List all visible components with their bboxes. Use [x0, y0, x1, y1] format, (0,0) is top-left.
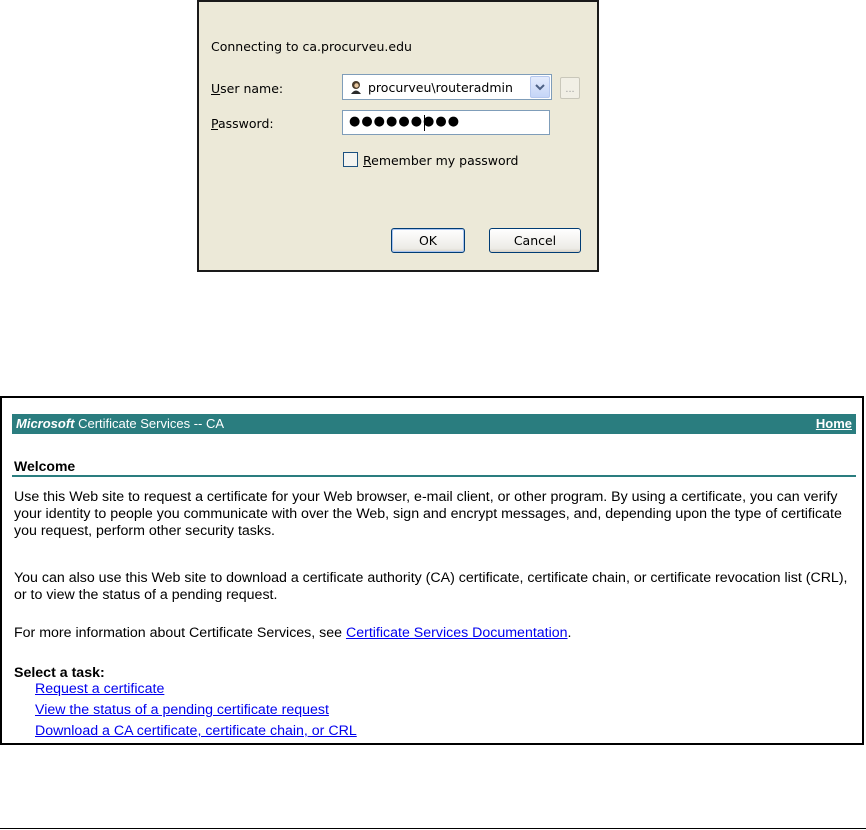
remember-password-checkbox[interactable] [343, 152, 358, 167]
user-name-label-rest: ser name: [220, 81, 284, 96]
view-pending-request-link[interactable]: View the status of a pending certificate… [35, 702, 329, 718]
user-name-dropdown-button[interactable] [530, 76, 550, 98]
connecting-text: Connecting to ca.procurveu.edu [211, 39, 412, 54]
brand-name: Microsoft [16, 416, 75, 431]
service-title: Certificate Services -- CA [74, 416, 225, 431]
password-field[interactable]: ●●●●●●●●● [342, 110, 550, 135]
home-link[interactable]: Home [816, 414, 852, 434]
page-title: Welcome [14, 458, 76, 474]
password-label-accesskey: P [211, 116, 218, 131]
documentation-link[interactable]: Certificate Services Documentation [346, 625, 568, 641]
select-task-heading: Select a task: [14, 665, 105, 681]
title-divider [12, 475, 856, 477]
certificate-services-page: Microsoft Certificate Services -- CA Hom… [0, 396, 864, 745]
browse-accounts-button[interactable]: ... [560, 77, 580, 99]
request-certificate-link[interactable]: Request a certificate [35, 681, 164, 697]
remember-label-rest: emember my password [371, 153, 519, 168]
remember-password-label[interactable]: Remember my password [363, 153, 519, 168]
login-dialog: Connecting to ca.procurveu.edu User name… [197, 0, 599, 272]
user-name-combobox[interactable]: procurveu\routeradmin [342, 74, 552, 100]
text-caret [424, 115, 425, 131]
page-header-title: Microsoft Certificate Services -- CA [16, 414, 224, 434]
chevron-down-icon [535, 84, 545, 91]
ok-button[interactable]: OK [391, 228, 465, 253]
cancel-button[interactable]: Cancel [489, 228, 581, 253]
user-account-icon [351, 81, 361, 94]
user-name-value: procurveu\routeradmin [368, 80, 513, 95]
user-name-label: User name: [211, 81, 283, 96]
user-name-label-accesskey: U [211, 81, 221, 96]
footer-divider [0, 828, 866, 829]
password-label: Password: [211, 116, 274, 131]
info-text: For more information about Certificate S… [14, 625, 346, 641]
password-label-rest: assword: [217, 116, 274, 131]
intro-paragraph: Use this Web site to request a certifica… [14, 489, 842, 539]
download-paragraph: You can also use this Web site to downlo… [14, 570, 848, 603]
page-header-bar: Microsoft Certificate Services -- CA Hom… [12, 414, 856, 434]
password-mask: ●●●●●●●●● [349, 114, 461, 129]
info-paragraph: For more information about Certificate S… [14, 625, 858, 642]
download-ca-certificate-link[interactable]: Download a CA certificate, certificate c… [35, 723, 357, 739]
info-period: . [567, 625, 572, 641]
remember-label-accesskey: R [363, 153, 372, 168]
